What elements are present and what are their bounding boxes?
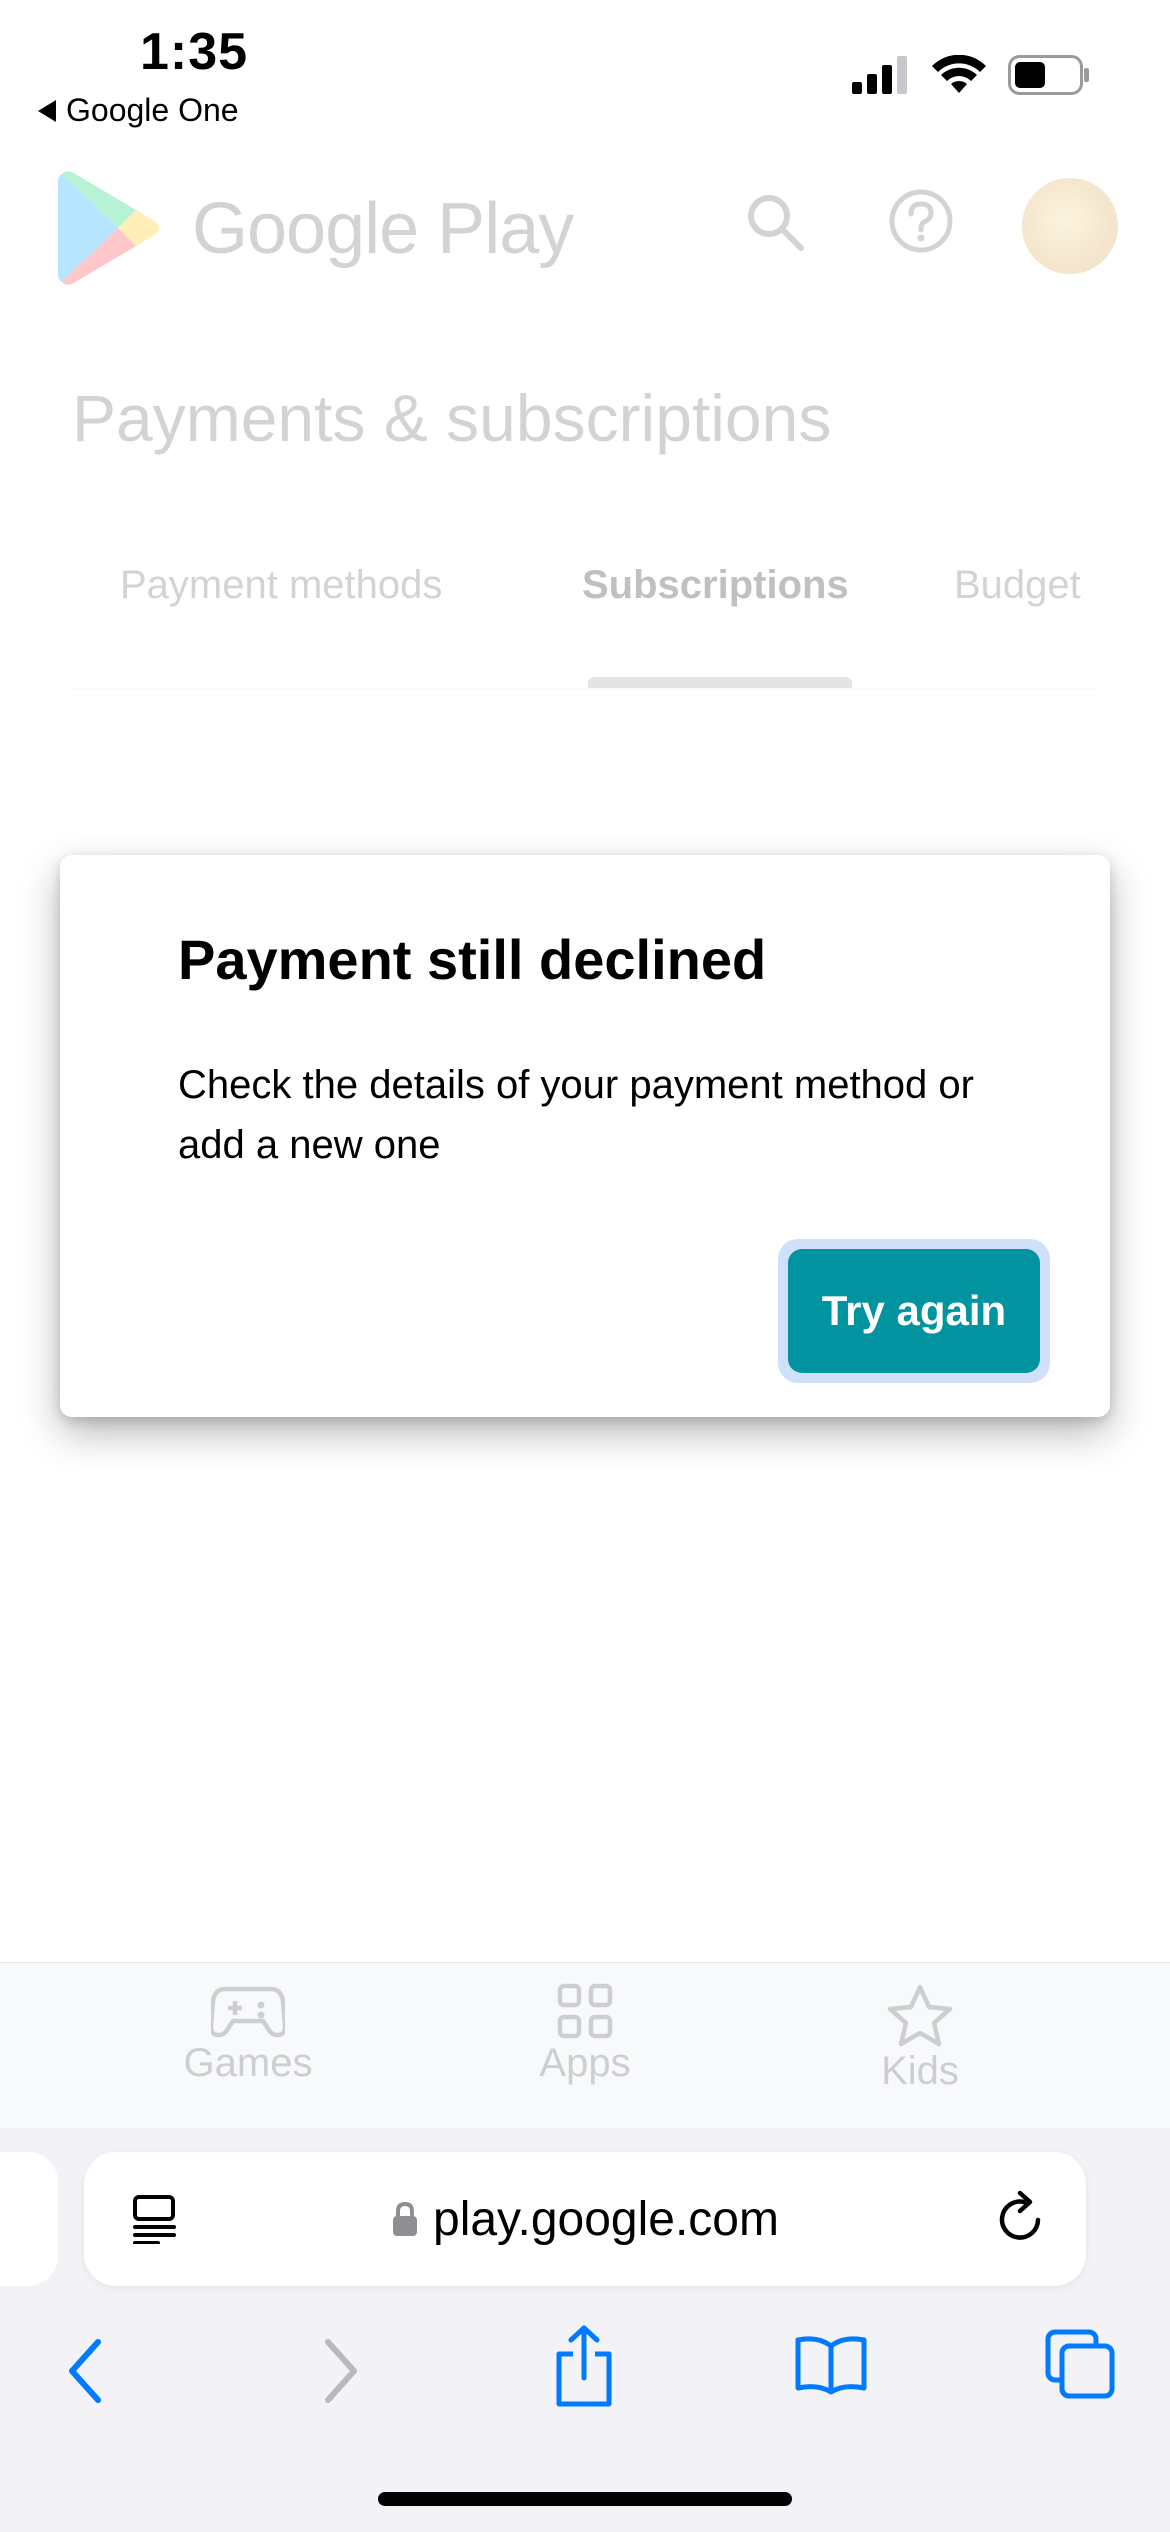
dialog-title: Payment still declined [178,928,767,991]
dialog-message: Check the details of your payment method… [178,1063,974,1167]
avatar[interactable] [1022,178,1118,274]
try-again-button[interactable]: Try again [788,1249,1040,1373]
reload-icon[interactable] [994,2190,1048,2248]
gamepad-icon [211,1986,285,2038]
address-bar[interactable]: play.google.com [84,2152,1086,2286]
forward-icon[interactable] [318,2336,362,2406]
nav-label-apps: Apps [539,2041,631,2085]
url-text: play.google.com [433,2192,779,2246]
nav-item-kids[interactable]: Kids [820,1983,1020,2094]
back-app-label: Google One [66,92,239,128]
star-icon [887,1984,953,2047]
bottom-nav: Games Apps Kids [0,1962,1170,2129]
google-play-header: Google Play [0,160,1170,290]
back-triangle-icon [38,99,56,122]
nav-item-games[interactable]: Games [148,1983,348,2086]
tab-budget[interactable]: Budget [954,563,1081,608]
search-icon[interactable] [745,192,805,252]
browser-toolbar [0,2318,1170,2428]
tab-divider [72,688,1098,690]
wifi-icon [932,55,986,93]
browser-chrome: play.google.com [0,2128,1170,2532]
apps-grid-icon [557,1983,613,2039]
tab-bar: Payment methods Subscriptions Budget [72,555,1098,690]
google-play-logo-icon [58,171,159,285]
tab-subscriptions[interactable]: Subscriptions [582,563,849,608]
status-icons [852,55,1090,95]
previous-tab-peek[interactable] [0,2152,58,2286]
nav-label-kids: Kids [881,2049,959,2093]
lock-icon [393,2201,417,2236]
help-icon[interactable] [888,188,954,254]
page-title: Payments & subscriptions [72,381,832,455]
share-icon[interactable] [553,2324,615,2408]
tabs-icon[interactable] [1044,2328,1116,2400]
focus-ring: Try again [778,1239,1050,1383]
payment-declined-dialog: Payment still declined Check the details… [60,855,1110,1417]
nav-item-apps[interactable]: Apps [485,1983,685,2086]
home-indicator [378,2492,792,2506]
google-play-brand: Google Play [192,189,574,269]
battery-icon [1008,55,1089,95]
back-to-app-link[interactable]: Google One [38,92,239,129]
status-time: 1:35 [140,23,249,81]
back-icon[interactable] [64,2336,108,2406]
tab-payment-methods[interactable]: Payment methods [120,563,442,608]
bookmarks-icon[interactable] [794,2334,868,2396]
cellular-signal-icon [852,56,907,94]
nav-label-games: Games [183,2041,313,2085]
